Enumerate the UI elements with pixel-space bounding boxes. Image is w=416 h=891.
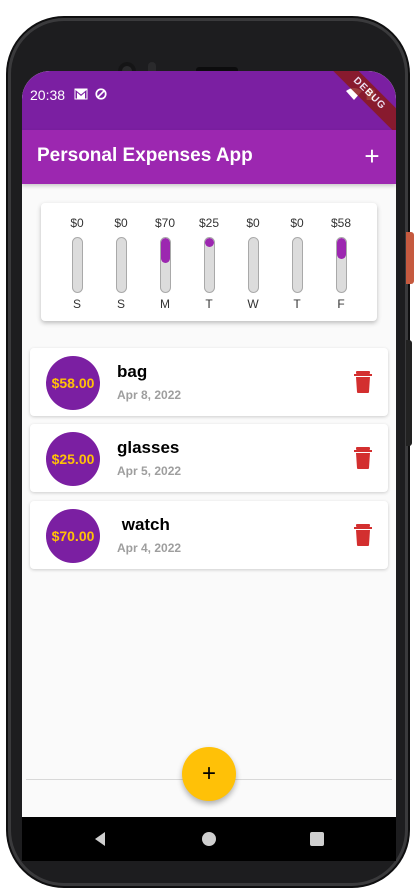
amount-avatar: $70.00 bbox=[46, 509, 100, 563]
transaction-title: bag bbox=[117, 362, 148, 381]
transaction-card: $58.00 bag Apr 8, 2022 bbox=[30, 348, 388, 416]
gmail-icon bbox=[74, 88, 88, 100]
bar-amount: $25 bbox=[198, 216, 220, 230]
bar-fill bbox=[160, 238, 170, 263]
bar-track bbox=[159, 237, 171, 293]
chart-bar: $0 S bbox=[106, 215, 136, 315]
bar-amount: $0 bbox=[114, 216, 128, 230]
power-button[interactable] bbox=[406, 232, 414, 284]
bar-track bbox=[203, 237, 215, 293]
app-title: Personal Expenses App bbox=[37, 145, 253, 166]
amount-avatar: $25.00 bbox=[46, 432, 100, 486]
bar-amount: $0 bbox=[290, 216, 304, 230]
bar-day-label: S bbox=[72, 297, 81, 311]
back-icon[interactable] bbox=[90, 829, 110, 849]
delete-icon[interactable] bbox=[352, 370, 374, 394]
transaction-title: glasses bbox=[117, 438, 180, 457]
transaction-title: watch bbox=[117, 515, 170, 534]
weekly-chart-card: $0 S $0 S $70 M $25 T $0 W $0 T $58 F bbox=[41, 203, 377, 321]
bar-track bbox=[291, 237, 303, 293]
delete-icon[interactable] bbox=[352, 523, 374, 547]
bar-amount: $58 bbox=[330, 216, 352, 230]
transaction-date: Apr 8, 2022 bbox=[117, 388, 182, 402]
bar-day-label: M bbox=[160, 297, 170, 311]
plus-icon: + bbox=[364, 141, 380, 171]
bar-fill bbox=[336, 238, 346, 259]
transaction-date: Apr 5, 2022 bbox=[117, 464, 182, 478]
status-bar: 20:38 DEBUG bbox=[22, 71, 396, 140]
add-transaction-button[interactable]: + bbox=[358, 142, 386, 170]
bar-track bbox=[247, 237, 259, 293]
bar-fill bbox=[204, 238, 214, 247]
android-nav-bar bbox=[22, 817, 396, 861]
chart-bar: $0 W bbox=[238, 215, 268, 315]
bar-track bbox=[71, 237, 83, 293]
bar-amount: $70 bbox=[154, 216, 176, 230]
bar-day-label: F bbox=[337, 297, 345, 311]
bar-track bbox=[115, 237, 127, 293]
chart-bar: $0 T bbox=[282, 215, 312, 315]
bar-track bbox=[335, 237, 347, 293]
chart-bar: $0 S bbox=[62, 215, 92, 315]
chart-bar: $25 T bbox=[194, 215, 224, 315]
add-transaction-fab[interactable]: + bbox=[182, 747, 236, 801]
screen: 20:38 DEBUG Personal Expenses App + $0 S bbox=[22, 71, 396, 861]
bar-day-label: T bbox=[205, 297, 213, 311]
transaction-date: Apr 4, 2022 bbox=[117, 541, 182, 555]
recents-icon[interactable] bbox=[307, 829, 327, 849]
bar-day-label: T bbox=[293, 297, 301, 311]
app-bar: Personal Expenses App + bbox=[22, 130, 396, 184]
status-time: 20:38 bbox=[30, 87, 66, 103]
chart-bar: $58 F bbox=[326, 215, 356, 315]
chart-bar: $70 M bbox=[150, 215, 180, 315]
volume-button[interactable] bbox=[406, 340, 412, 446]
bar-amount: $0 bbox=[246, 216, 260, 230]
amount-avatar: $58.00 bbox=[46, 356, 100, 410]
transaction-card: $25.00 glasses Apr 5, 2022 bbox=[30, 424, 388, 492]
bar-day-label: W bbox=[247, 297, 259, 311]
delete-icon[interactable] bbox=[352, 446, 374, 470]
bar-day-label: S bbox=[116, 297, 125, 311]
bar-amount: $0 bbox=[70, 216, 84, 230]
home-icon[interactable] bbox=[199, 829, 219, 849]
transaction-card: $70.00 watch Apr 4, 2022 bbox=[30, 501, 388, 569]
sync-icon bbox=[95, 88, 107, 100]
